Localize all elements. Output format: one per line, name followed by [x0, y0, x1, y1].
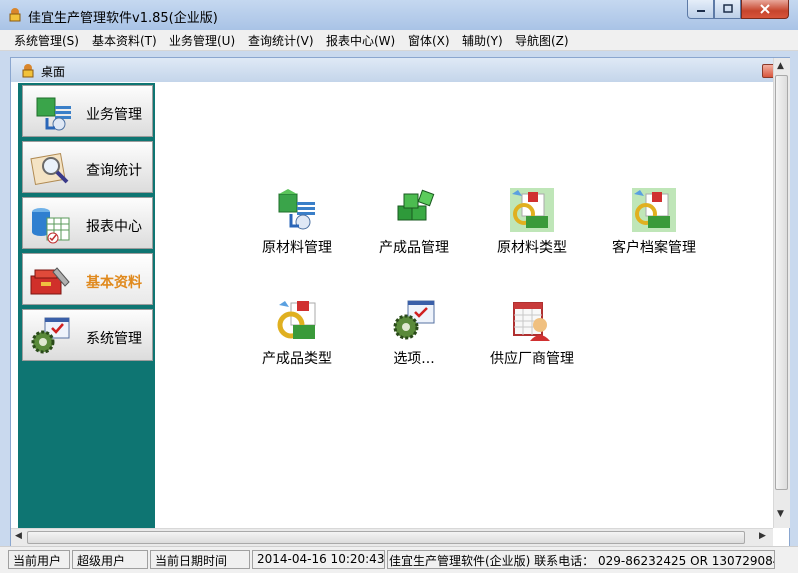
nav-report-center-label: 报表中心: [86, 219, 142, 235]
item-supplier[interactable]: 供应厂商管理: [477, 299, 587, 377]
desktop-window: 桌面 业务管理 查询统计 报表中心 基本资料 系统管理 原材料管理 产成品管理 …: [10, 57, 790, 549]
desktop-window-titlebar: 桌面: [11, 58, 789, 82]
item-options-label: 选项...: [393, 351, 435, 367]
report-icon: [32, 208, 70, 244]
desktop-content: 原材料管理 产成品管理 原材料类型 客户档案管理 产成品类型 选项... 供应厂…: [156, 83, 773, 528]
close-icon: [760, 4, 770, 14]
system-settings-icon: [31, 317, 70, 354]
app-icon: [9, 8, 21, 22]
status-bar: 当前用户 超级用户 当前日期时间 2014-04-16 10:20:43 佳宜生…: [0, 546, 798, 573]
item-customer-file[interactable]: 客户档案管理: [599, 188, 709, 266]
menu-basic-data[interactable]: 基本资料(T): [92, 32, 157, 49]
item-finished-product-label: 产成品管理: [379, 240, 449, 256]
item-raw-material-label: 原材料管理: [262, 240, 332, 256]
desktop-icon: [22, 64, 34, 78]
nav-system[interactable]: 系统管理: [22, 309, 153, 361]
menu-window[interactable]: 窗体(X): [408, 32, 450, 49]
menu-query-stats[interactable]: 查询统计(V): [248, 32, 314, 49]
nav-system-label: 系统管理: [86, 331, 142, 347]
business-icon: [36, 97, 71, 131]
nav-basic-data-label: 基本资料: [86, 275, 142, 291]
nav-query-stats-label: 查询统计: [86, 163, 142, 179]
nav-report-center[interactable]: 报表中心: [22, 197, 153, 249]
scroll-up-icon[interactable]: ▲: [777, 61, 784, 71]
menu-assist[interactable]: 辅助(Y): [462, 32, 503, 49]
maximize-button[interactable]: [714, 0, 741, 19]
options-icon: [393, 300, 435, 340]
status-current-user-label: 当前用户: [8, 550, 70, 569]
raw-material-icon: [278, 189, 315, 230]
product-type-icon: [277, 301, 316, 339]
item-customer-file-label: 客户档案管理: [612, 240, 696, 256]
item-raw-material[interactable]: 原材料管理: [242, 188, 352, 266]
raw-material-type-icon: [510, 188, 554, 232]
item-product-type-label: 产成品类型: [262, 351, 332, 367]
nav-basic-data[interactable]: 基本资料: [22, 253, 153, 305]
vertical-scrollbar[interactable]: ▲ ▼: [773, 58, 790, 528]
status-current-user-value: 超级用户: [72, 550, 148, 569]
maximize-icon: [722, 4, 733, 13]
item-raw-material-type[interactable]: 原材料类型: [477, 188, 587, 266]
nav-query-stats[interactable]: 查询统计: [22, 141, 153, 193]
window-title: 佳宜生产管理软件v1.85(企业版): [28, 11, 218, 26]
item-product-type[interactable]: 产成品类型: [242, 299, 352, 377]
status-date-label: 当前日期时间: [150, 550, 250, 569]
item-options[interactable]: 选项...: [359, 299, 469, 377]
nav-business-label: 业务管理: [86, 107, 142, 123]
customer-file-icon: [632, 188, 676, 232]
search-stats-icon: [30, 153, 69, 185]
scroll-left-icon[interactable]: ◀: [15, 531, 22, 541]
minimize-icon: [696, 10, 705, 12]
scroll-down-icon[interactable]: ▼: [777, 509, 784, 519]
desktop-window-title: 桌面: [41, 65, 66, 79]
scroll-right-icon[interactable]: ▶: [759, 531, 766, 541]
item-finished-product[interactable]: 产成品管理: [359, 188, 469, 266]
close-button[interactable]: [741, 0, 789, 19]
horizontal-scroll-thumb[interactable]: [27, 531, 745, 544]
item-supplier-label: 供应厂商管理: [490, 351, 574, 367]
item-raw-material-type-label: 原材料类型: [497, 240, 567, 256]
horizontal-scrollbar[interactable]: ◀ ▶: [11, 528, 773, 546]
menu-report-center[interactable]: 报表中心(W): [326, 32, 395, 49]
status-date-value: 2014-04-16 10:20:43: [252, 550, 385, 569]
vertical-scroll-thumb[interactable]: [775, 75, 788, 490]
left-navigation: 业务管理 查询统计 报表中心 基本资料 系统管理: [18, 83, 155, 528]
toolbox-icon: [30, 267, 70, 295]
title-bar: 佳宜生产管理软件v1.85(企业版): [0, 0, 798, 31]
status-info: 佳宜生产管理软件(企业版) 联系电话： 029-86232425 OR 1307…: [387, 550, 775, 569]
finished-product-icon: [397, 189, 435, 221]
minimize-button[interactable]: [687, 0, 714, 19]
nav-business[interactable]: 业务管理: [22, 85, 153, 137]
supplier-icon: [513, 302, 550, 341]
menu-nav-map[interactable]: 导航图(Z): [515, 32, 569, 49]
menu-business[interactable]: 业务管理(U): [169, 32, 235, 49]
menu-bar: 系统管理(S) 基本资料(T) 业务管理(U) 查询统计(V) 报表中心(W) …: [0, 30, 798, 51]
menu-system[interactable]: 系统管理(S): [14, 32, 79, 49]
